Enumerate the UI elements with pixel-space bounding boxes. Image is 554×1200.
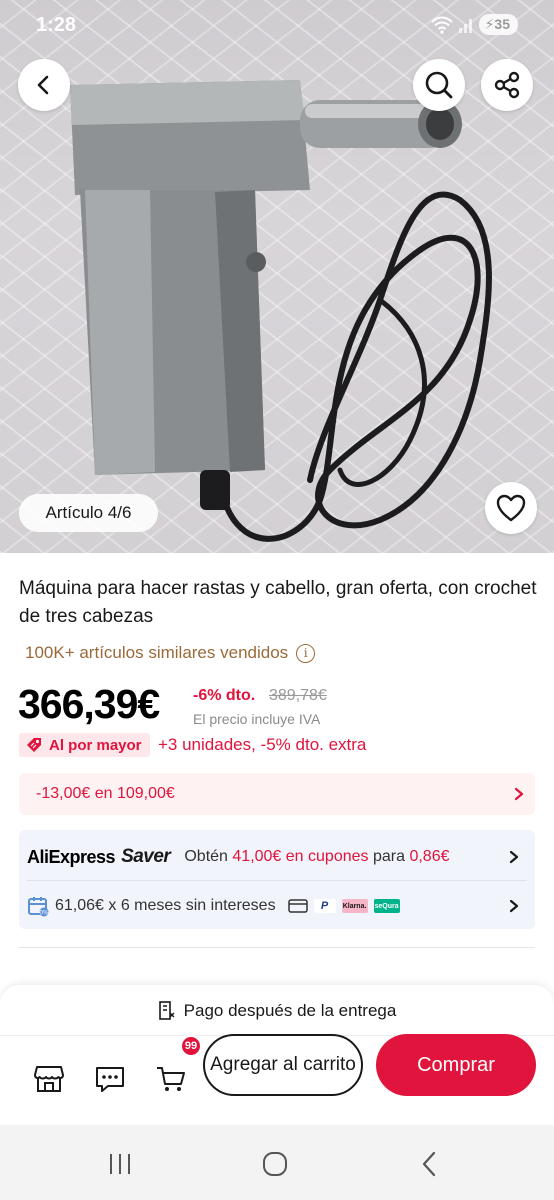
chat-icon bbox=[96, 1067, 124, 1092]
current-price: 366,39€ bbox=[18, 681, 160, 727]
gallery-position-label: Artículo 4/6 bbox=[19, 494, 158, 532]
wifi-icon bbox=[430, 16, 453, 34]
heart-icon bbox=[496, 494, 526, 522]
status-time: 1:28 bbox=[36, 14, 77, 36]
chevron-right-icon bbox=[514, 787, 524, 801]
system-navigation-bar bbox=[0, 1125, 554, 1200]
klarna-icon: Klarna. bbox=[341, 899, 368, 913]
buy-now-button[interactable]: Comprar bbox=[376, 1034, 536, 1096]
chevron-left-icon bbox=[37, 75, 49, 95]
saver-panel: AliExpress Saver Obtén 41,00€ en cupones… bbox=[19, 830, 535, 929]
add-to-cart-button[interactable]: Agregar al carrito bbox=[203, 1034, 363, 1096]
chevron-right-icon bbox=[509, 899, 519, 913]
cart-button[interactable] bbox=[154, 1062, 188, 1096]
wishlist-button[interactable] bbox=[485, 482, 537, 534]
back-button[interactable] bbox=[18, 59, 70, 111]
signal-icon bbox=[458, 18, 472, 33]
installments-row[interactable]: 0% 61,06€ x 6 meses sin intereses P Klar… bbox=[27, 893, 527, 919]
saver-row[interactable]: AliExpress Saver Obtén 41,00€ en cupones… bbox=[27, 844, 527, 870]
bottom-action-bar: Pago después de la entrega 99 Agregar al… bbox=[0, 985, 554, 1125]
tax-note: El precio incluye IVA bbox=[193, 711, 321, 727]
tag-icon bbox=[27, 738, 41, 752]
svg-text:0%: 0% bbox=[39, 910, 49, 917]
system-back-button[interactable] bbox=[415, 1149, 445, 1179]
cart-count-badge: 99 bbox=[180, 1035, 202, 1057]
card-icon bbox=[287, 899, 308, 913]
product-title: Máquina para hacer rastas y cabello, gra… bbox=[19, 578, 537, 627]
wholesale-offer: +3 unidades, -5% dto. extra bbox=[158, 735, 367, 754]
status-icons: ⚡35 bbox=[430, 14, 518, 35]
chevron-right-icon bbox=[509, 850, 519, 864]
back-arrow-icon bbox=[422, 1151, 436, 1177]
wholesale-badge: Al por mayor bbox=[19, 733, 150, 757]
divider bbox=[27, 880, 527, 881]
paypal-icon: P bbox=[313, 899, 336, 913]
recent-apps-icon bbox=[110, 1154, 130, 1174]
original-price: 389,78€ bbox=[269, 687, 327, 704]
info-icon[interactable]: i bbox=[296, 643, 316, 663]
payment-methods: P Klarna. seQura bbox=[287, 899, 400, 913]
cart-icon bbox=[157, 1067, 185, 1091]
calendar-icon: 0% bbox=[28, 897, 49, 917]
coupon-text: -13,00€ en 109,00€ bbox=[36, 785, 175, 802]
pay-after-delivery-banner: Pago después de la entrega bbox=[0, 1001, 554, 1021]
store-icon bbox=[34, 1066, 64, 1092]
store-button[interactable] bbox=[32, 1062, 66, 1096]
wholesale-label: Al por mayor bbox=[49, 736, 142, 754]
status-bar: 1:28 ⚡35 bbox=[0, 0, 554, 52]
discount-badge: -6% dto. bbox=[193, 687, 256, 704]
product-photo bbox=[70, 80, 492, 542]
saver-logo: Saver bbox=[121, 846, 171, 867]
search-button[interactable] bbox=[413, 59, 465, 111]
battery-indicator: ⚡35 bbox=[478, 14, 518, 35]
battery-level: 35 bbox=[494, 16, 510, 32]
installments-text: 61,06€ x 6 meses sin intereses bbox=[55, 897, 276, 914]
chat-button[interactable] bbox=[93, 1062, 127, 1096]
share-icon bbox=[494, 71, 520, 99]
sold-count-row[interactable]: 100K+ artículos similares vendidos i bbox=[25, 643, 316, 663]
coupon-row[interactable]: -13,00€ en 109,00€ bbox=[19, 773, 535, 815]
home-button[interactable] bbox=[260, 1149, 290, 1179]
receipt-icon bbox=[158, 1001, 175, 1020]
sequra-icon: seQura bbox=[373, 899, 400, 913]
product-image-gallery[interactable]: 1:28 ⚡35 Artículo 4/6 bbox=[0, 0, 554, 553]
sold-count-text: 100K+ artículos similares vendidos bbox=[25, 643, 289, 662]
home-icon bbox=[263, 1152, 287, 1176]
saver-offer-text: Obtén 41,00€ en cupones para 0,86€ bbox=[184, 848, 450, 865]
share-button[interactable] bbox=[481, 59, 533, 111]
pay-after-text: Pago después de la entrega bbox=[183, 1001, 397, 1020]
recent-apps-button[interactable] bbox=[105, 1149, 135, 1179]
search-icon bbox=[425, 71, 453, 99]
aliexpress-logo: AliExpress bbox=[27, 846, 116, 867]
divider bbox=[19, 947, 535, 948]
